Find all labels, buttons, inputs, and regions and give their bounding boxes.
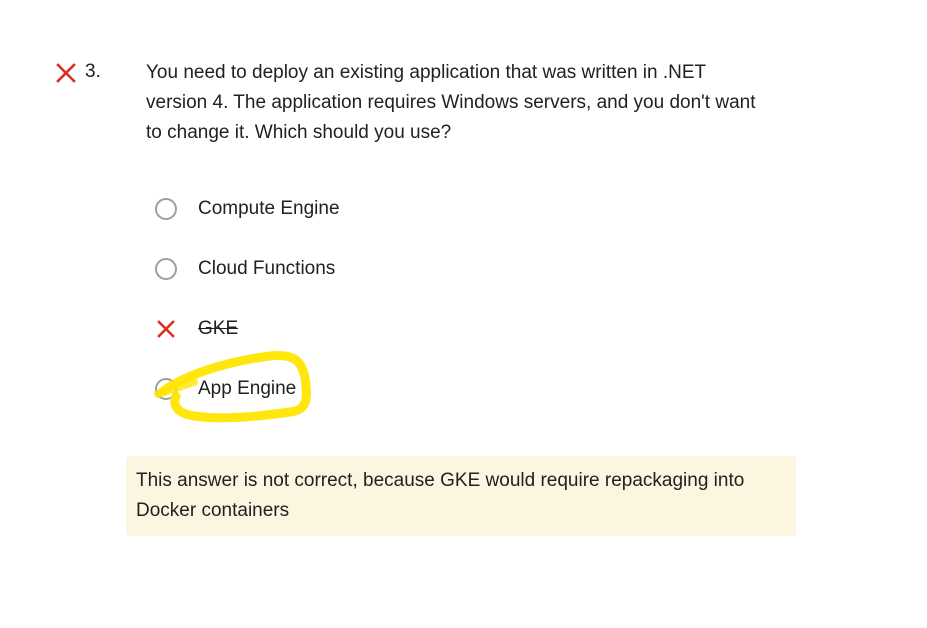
option-label: GKE xyxy=(198,318,239,339)
option-compute-engine[interactable]: Compute Engine xyxy=(155,195,340,223)
option-gke[interactable]: GKE xyxy=(155,315,238,343)
option-label: Cloud Functions xyxy=(198,258,336,279)
option-app-engine[interactable]: App Engine xyxy=(155,375,296,403)
option-label: Compute Engine xyxy=(198,198,340,219)
question-text: You need to deploy an existing applicati… xyxy=(146,62,756,143)
close-icon xyxy=(157,320,175,338)
feedback-box: This answer is not correct, because GKE … xyxy=(126,456,796,536)
question-number: 3. xyxy=(85,61,101,82)
radio-unchecked-icon[interactable] xyxy=(155,258,177,280)
option-cloud-functions[interactable]: Cloud Functions xyxy=(155,255,335,283)
radio-unchecked-icon[interactable] xyxy=(155,198,177,220)
option-label: App Engine xyxy=(198,378,297,399)
close-icon xyxy=(56,63,76,83)
radio-unchecked-icon[interactable] xyxy=(155,378,177,400)
feedback-text: This answer is not correct, because GKE … xyxy=(136,470,745,521)
